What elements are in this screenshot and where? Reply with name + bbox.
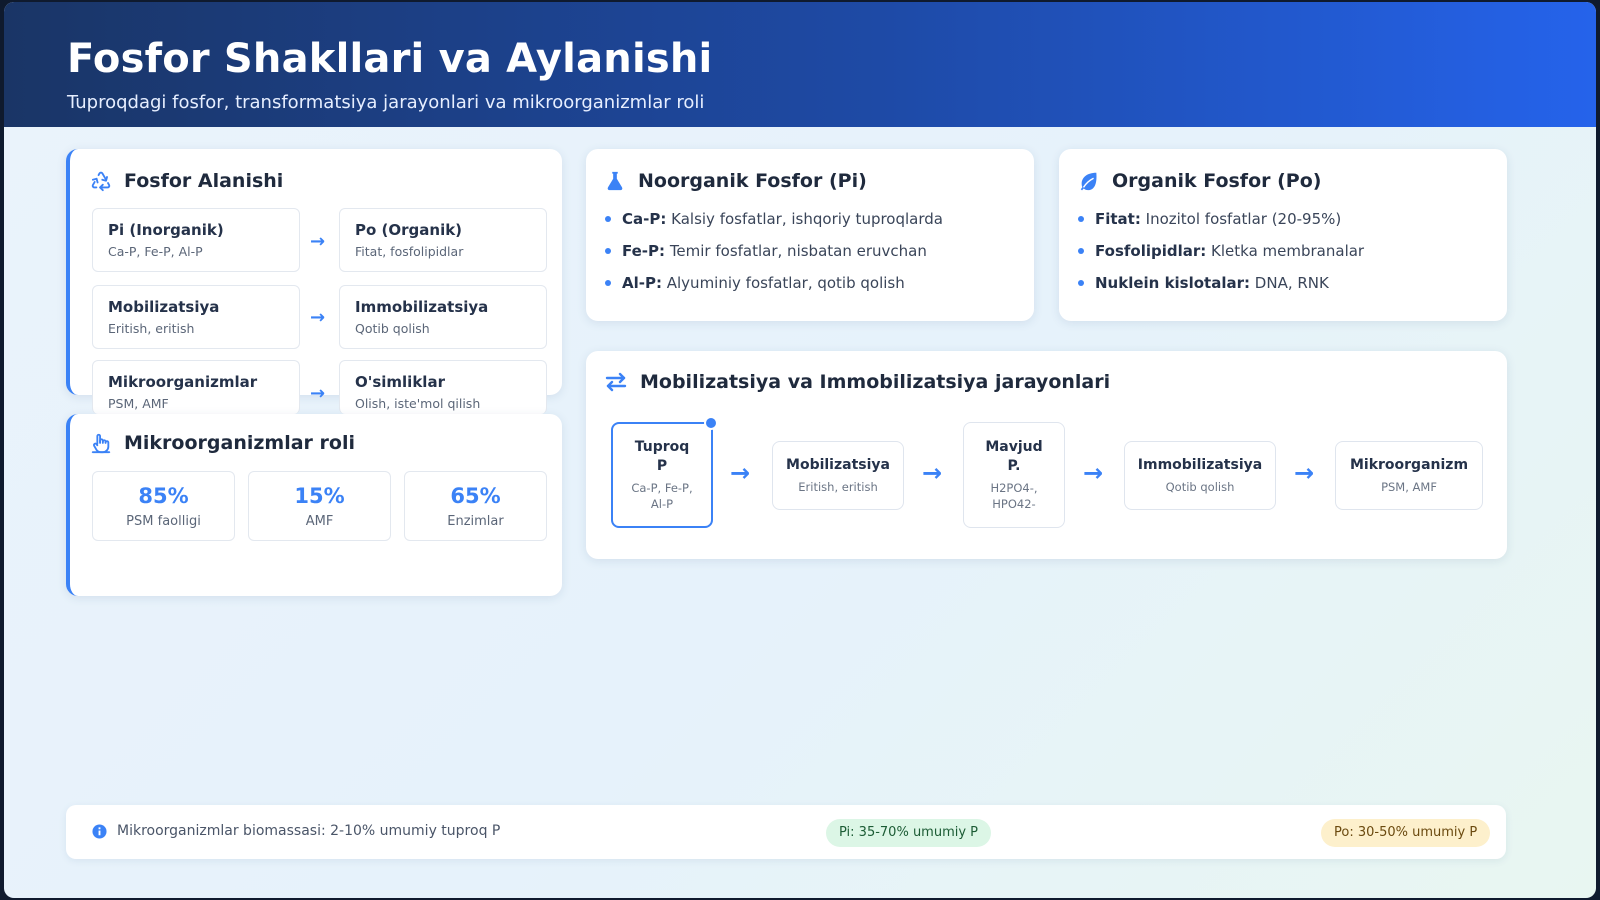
exchange-row-1-left: Pi (Inorganik) Ca-P, Fe-P, Al-P <box>92 208 300 272</box>
stat-amf: 15% AMF <box>248 471 391 541</box>
list-item: Ca-P: Kalsiy fosfatlar, ishqoriy tuproql… <box>605 210 943 242</box>
page-subtitle: Tuproqdagi fosfor, transformatsiya jaray… <box>67 92 705 113</box>
stat-enzymes: 65% Enzimlar <box>404 471 547 541</box>
exchange-arrows-icon <box>605 372 627 392</box>
active-indicator-dot <box>704 416 718 430</box>
info-icon <box>92 823 107 839</box>
flow-node-soil-p: Tuproq P Ca-P, Fe-P, Al-P <box>611 422 713 528</box>
stat-psm: 85% PSM faolligi <box>92 471 235 541</box>
footer-bar: Mikroorganizmlar biomassasi: 2-10% umumi… <box>66 805 1506 859</box>
footer-note: Mikroorganizmlar biomassasi: 2-10% umumi… <box>92 823 500 839</box>
flow-node-available-p: Mavjud P. H2PO4-, HPO42- <box>963 422 1065 528</box>
arrow-right-icon: → <box>310 307 326 328</box>
flask-icon <box>607 171 623 191</box>
exchange-row-1-right: Po (Organik) Fitat, fosfolipidlar <box>339 208 547 272</box>
organic-list: Fitat: Inozitol fosfatlar (20-95%) Fosfo… <box>1078 210 1364 306</box>
inorganic-card-title: Noorganik Fosfor (Pi) <box>604 170 867 192</box>
list-item: Fe-P: Temir fosfatlar, nisbatan eruvchan <box>605 242 943 274</box>
arrow-right-icon: → <box>310 383 326 404</box>
arrow-right-icon: → <box>1083 459 1104 487</box>
arrow-right-icon: → <box>1294 459 1315 487</box>
arrow-right-icon: → <box>310 231 326 252</box>
flow-card-title: Mobilizatsiya va Immobilizatsiya jarayon… <box>604 371 1110 393</box>
arrow-right-icon: → <box>922 459 943 487</box>
slide: Fosfor Shakllari va Aylanishi Tuproqdagi… <box>4 2 1596 898</box>
header-banner: Fosfor Shakllari va Aylanishi Tuproqdagi… <box>4 2 1596 127</box>
inorganic-list: Ca-P: Kalsiy fosfatlar, ishqoriy tuproql… <box>605 210 943 306</box>
exchange-row-3-left: Mikroorganizmlar PSM, AMF <box>92 360 300 414</box>
flow-node-microorganism: Mikroorganizm PSM, AMF <box>1335 441 1483 510</box>
hand-icon <box>91 433 111 454</box>
flow-node-mobilization: Mobilizatsiya Eritish, eritish <box>772 441 904 510</box>
flow-node-immobilization: Immobilizatsiya Qotib qolish <box>1124 441 1276 510</box>
leaf-icon <box>1080 172 1097 191</box>
organic-card-title: Organik Fosfor (Po) <box>1078 170 1321 192</box>
exchange-row-2-left: Mobilizatsiya Eritish, eritish <box>92 285 300 349</box>
pi-share-badge: Pi: 35-70% umumiy P <box>826 819 992 847</box>
recycle-icon <box>91 171 111 192</box>
list-item: Al-P: Alyuminiy fosfatlar, qotib qolish <box>605 274 943 306</box>
exchange-card-title: Fosfor Alanishi <box>90 170 283 192</box>
list-item: Fitat: Inozitol fosfatlar (20-95%) <box>1078 210 1364 242</box>
exchange-row-3-right: O'simliklar Olish, iste'mol qilish <box>339 360 547 414</box>
list-item: Fosfolipidlar: Kletka membranalar <box>1078 242 1364 274</box>
po-share-badge: Po: 30-50% umumiy P <box>1321 819 1491 847</box>
page-title: Fosfor Shakllari va Aylanishi <box>67 36 713 82</box>
arrow-right-icon: → <box>730 459 751 487</box>
exchange-row-2-right: Immobilizatsiya Qotib qolish <box>339 285 547 349</box>
microbes-card-title: Mikroorganizmlar roli <box>90 432 355 454</box>
list-item: Nuklein kislotalar: DNA, RNK <box>1078 274 1364 306</box>
